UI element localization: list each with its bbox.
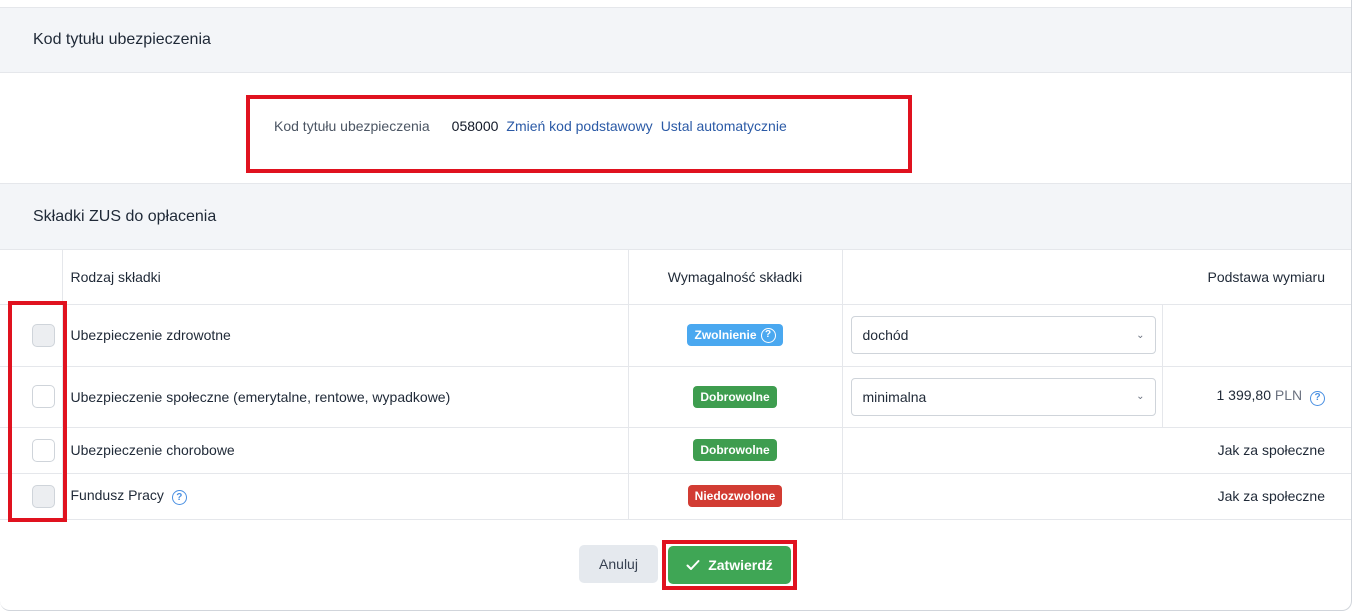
section-title: Składki ZUS do opłacenia [33, 207, 217, 225]
check-icon [686, 560, 700, 570]
section-header-zus-contributions: Składki ZUS do opłacenia [0, 183, 1351, 250]
contribution-type: Ubezpieczenie zdrowotne [62, 304, 629, 367]
row-checkbox[interactable] [32, 323, 55, 347]
row-checkbox[interactable] [32, 385, 55, 408]
status-badge: Dobrowolne [693, 385, 777, 408]
header-type: Rodzaj składki [62, 250, 629, 305]
cancel-button[interactable]: Anuluj [579, 545, 658, 583]
select-value: dochód [862, 327, 909, 343]
section-header-insurance-code: Kod tytułu ubezpieczenia [0, 7, 1351, 73]
confirm-button[interactable]: Zatwierdź [668, 546, 791, 584]
change-code-link[interactable]: Zmień kod podstawowy [506, 118, 652, 134]
status-badge: Niedozwolone [687, 485, 783, 507]
chevron-down-icon: ⌄ [1136, 391, 1145, 402]
contribution-type: Ubezpieczenie chorobowe [62, 427, 629, 474]
base-cell: Jak za społeczne [842, 473, 1351, 520]
insurance-panel: Kod tytułu ubezpieczenia Kod tytułu ubez… [0, 0, 1352, 611]
contribution-type-cell: Fundusz Pracy ? [62, 473, 629, 520]
table-row: Ubezpieczenie społeczne (emerytalne, ren… [0, 366, 1351, 428]
table-row: Ubezpieczenie chorobowe Dobrowolne Jak z… [0, 427, 1351, 474]
table-row: Ubezpieczenie zdrowotne Zwolnienie ? doc… [0, 304, 1351, 367]
base-cell: 1 399,80 PLN ? [1162, 366, 1351, 428]
row-checkbox[interactable] [32, 484, 55, 508]
contribution-type: Fundusz Pracy [70, 486, 164, 503]
question-circle-icon[interactable]: ? [760, 327, 776, 343]
section-title: Kod tytułu ubezpieczenia [33, 31, 211, 48]
highlight-box-code [246, 95, 912, 173]
status-badge: Zwolnienie ? [687, 324, 783, 346]
base-type-select[interactable]: dochód ⌄ [850, 316, 1156, 354]
table-row: Fundusz Pracy ? Niedozwolone Jak za społ… [0, 473, 1351, 520]
insurance-code-label: Kod tytułu ubezpieczenia [274, 118, 430, 134]
contribution-type: Ubezpieczenie społeczne (emerytalne, ren… [62, 366, 629, 428]
confirm-label: Zatwierdź [708, 557, 773, 573]
contributions-table: Rodzaj składki Wymagalność składki Podst… [0, 250, 1351, 520]
base-cell [1162, 304, 1351, 367]
insurance-code-value: 058000 [451, 118, 499, 134]
auto-code-link[interactable]: Ustal automatycznie [661, 118, 787, 134]
question-circle-icon[interactable]: ? [171, 490, 187, 506]
question-circle-icon[interactable]: ? [1310, 390, 1325, 406]
header-checkbox-cell [0, 250, 63, 305]
header-base: Podstawa wymiaru [842, 250, 1351, 305]
badge-label: Zwolnienie [694, 328, 757, 342]
base-amount: 1 399,80 [1216, 387, 1271, 404]
insurance-code-row: Kod tytułu ubezpieczenia 058000 Zmień ko… [274, 118, 787, 134]
chevron-down-icon: ⌄ [1136, 329, 1145, 341]
row-checkbox[interactable] [32, 438, 55, 462]
select-value: minimalna [862, 388, 927, 405]
base-cell: Jak za społeczne [842, 427, 1351, 474]
status-badge: Dobrowolne [693, 439, 777, 461]
header-requirement: Wymagalność składki [628, 250, 843, 305]
table-header-row: Rodzaj składki Wymagalność składki Podst… [0, 250, 1351, 305]
base-type-select[interactable]: minimalna ⌄ [850, 377, 1156, 416]
base-unit: PLN [1274, 387, 1303, 404]
